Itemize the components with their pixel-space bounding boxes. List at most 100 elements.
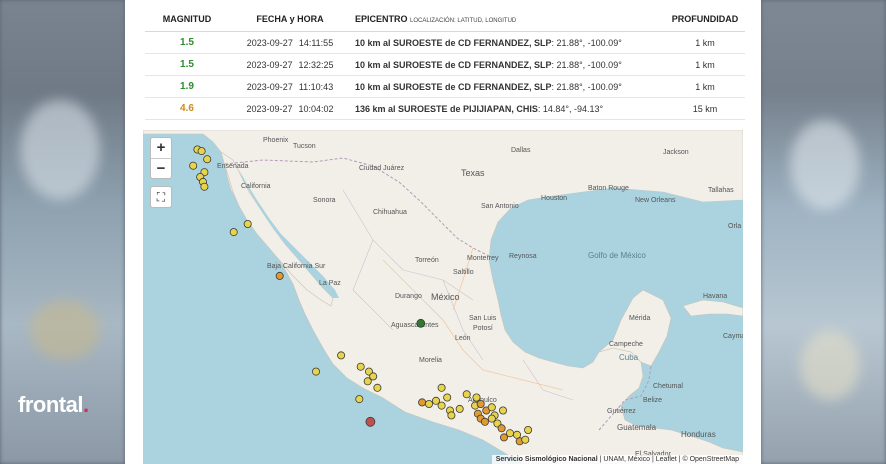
table-row[interactable]: 1.5 2023-09-27 14:11:55 10 km al SUROESTE d…	[145, 31, 745, 54]
epicenter-coords: : 21.88°, -100.09°	[551, 59, 622, 70]
attribution-org: | UNAM, México	[597, 456, 651, 463]
datetime-cell: 2023-09-27 10:04:02	[229, 97, 351, 120]
map-label-reynosa: Reynosa	[509, 253, 537, 260]
map-label-merida: Mérida	[629, 315, 651, 322]
quake-marker[interactable]	[243, 220, 252, 229]
fullscreen-icon[interactable]: ⛶	[150, 186, 172, 208]
frontal-watermark: frontal.	[18, 392, 89, 418]
map-label-cuba: Cuba	[619, 353, 639, 362]
map-label-tucson: Tucson	[293, 143, 316, 150]
quake-marker[interactable]	[418, 398, 427, 407]
map-label-honduras: Honduras	[681, 430, 716, 439]
map-label-campeche: Campeche	[609, 341, 643, 348]
quake-marker[interactable]	[197, 147, 206, 156]
header-epicentro-sub: LOCALIZACIÓN: LATITUD, LONGITUD	[410, 18, 517, 24]
header-epicentro-label: EPICENTRO	[355, 14, 408, 24]
quake-marker[interactable]	[365, 416, 376, 427]
epicenter-place: 10 km al SUROESTE de CD FERNANDEZ, SLP	[355, 81, 552, 92]
map-label-la-paz: La Paz	[319, 280, 341, 287]
quake-marker[interactable]	[437, 401, 446, 410]
quake-marker[interactable]	[487, 403, 496, 412]
quake-marker[interactable]	[455, 404, 464, 413]
map-canvas[interactable]: Phoenix Tucson Ensenada California Sonora Ciu…	[143, 130, 743, 464]
quake-marker[interactable]	[447, 411, 456, 420]
attribution-leaflet[interactable]: | Leaflet	[650, 456, 677, 463]
quake-marker[interactable]	[521, 435, 530, 444]
quake-marker[interactable]	[487, 414, 496, 423]
datetime-cell: 2023-09-27 11:10:43	[229, 75, 351, 98]
zoom-out-button[interactable]: −	[151, 158, 171, 178]
magnitude-value: 2.2	[145, 119, 229, 121]
depth-value: 1 km	[665, 31, 745, 54]
map-label-san-antonio: San Antonio	[481, 203, 519, 210]
earthquake-map[interactable]: Phoenix Tucson Ensenada California Sonora Ciu…	[143, 130, 743, 464]
epicenter-place: 136 km al SUROESTE de PIJIJIAPAN, CHIS	[355, 103, 538, 114]
map-label-houston: Houston	[541, 195, 567, 202]
quake-marker[interactable]	[189, 161, 198, 170]
map-label-aguascalientes: Aguascalientes	[391, 322, 439, 329]
earthquake-panel: MAGNITUD FECHA y HORA EPICENTRO LOCALIZA…	[125, 0, 761, 464]
header-profundidad[interactable]: PROFUNDIDAD	[665, 8, 745, 32]
epicenter-cell: 10 km al SUROESTE de CD FERNANDEZ, SLP: …	[351, 119, 665, 121]
attribution-osm[interactable]: | © OpenStreetMap	[677, 456, 739, 463]
map-label-monterrey: Monterrey	[467, 255, 499, 262]
date-value: 2023-09-27	[246, 59, 293, 70]
quake-marker[interactable]	[480, 417, 489, 426]
table-row[interactable]: 1.9 2023-09-27 11:10:43 10 km al SUROESTE d…	[145, 75, 745, 98]
time-value: 12:32:25	[298, 59, 334, 70]
quake-marker[interactable]	[373, 383, 382, 392]
quake-marker[interactable]	[203, 155, 212, 164]
table-header-row: MAGNITUD FECHA y HORA EPICENTRO LOCALIZA…	[145, 8, 745, 32]
map-label-mexico: México	[431, 292, 460, 302]
table-row[interactable]: 2.22023-09-2708:55:3010 km al SUROESTE d…	[145, 119, 745, 121]
quake-marker[interactable]	[498, 406, 507, 415]
quake-marker[interactable]	[356, 362, 365, 371]
map-label-potosi: Potosí	[473, 325, 493, 332]
map-label-tallahassee: Tallahas	[708, 187, 734, 194]
map-label-durango: Durango	[395, 293, 422, 300]
quake-marker[interactable]	[437, 383, 446, 392]
depth-value: 1 km	[665, 75, 745, 98]
land-cuba	[682, 299, 743, 317]
header-fecha[interactable]: FECHA y HORA	[229, 8, 351, 32]
time-value: 14:11:55	[298, 37, 334, 48]
table-row[interactable]: 4.6 2023-09-27 10:04:02 136 km al SUROESTE …	[145, 97, 745, 120]
quake-marker[interactable]	[443, 393, 452, 402]
quake-marker[interactable]	[363, 377, 372, 386]
header-epicentro[interactable]: EPICENTRO LOCALIZACIÓN: LATITUD, LONGITU…	[351, 8, 665, 32]
attribution-source[interactable]: Servicio Sismológico Nacional	[496, 456, 598, 463]
quake-marker[interactable]	[524, 425, 533, 434]
quake-marker[interactable]	[355, 395, 364, 404]
quake-marker[interactable]	[476, 399, 485, 408]
map-label-phoenix: Phoenix	[263, 137, 289, 144]
quake-marker[interactable]	[505, 429, 514, 438]
quake-marker[interactable]	[497, 424, 506, 433]
map-label-orlando: Orla	[728, 223, 741, 230]
time-value: 10:04:02	[298, 103, 334, 114]
time-value: 11:10:43	[298, 81, 334, 92]
quake-marker[interactable]	[337, 351, 346, 360]
header-magnitud[interactable]: MAGNITUD	[145, 8, 229, 32]
date-value: 2023-09-27	[246, 37, 293, 48]
quake-marker[interactable]	[311, 367, 320, 376]
quake-marker[interactable]	[424, 399, 433, 408]
quake-marker[interactable]	[200, 182, 209, 191]
quake-marker[interactable]	[275, 271, 284, 280]
quake-marker[interactable]	[416, 318, 426, 328]
table-viewport[interactable]: MAGNITUD FECHA y HORA EPICENTRO LOCALIZA…	[125, 0, 761, 121]
map-label-belize: Belize	[643, 397, 662, 404]
quake-marker[interactable]	[462, 390, 471, 399]
map-label-guatemala: Guatemala	[617, 423, 657, 432]
zoom-in-button[interactable]: +	[151, 138, 171, 158]
epicenter-cell: 10 km al SUROESTE de CD FERNANDEZ, SLP: …	[351, 53, 665, 76]
date-value: 2023-09-27	[246, 103, 293, 114]
table-row[interactable]: 1.5 2023-09-27 12:32:25 10 km al SUROESTE d…	[145, 53, 745, 76]
depth-value: 1 km	[665, 53, 745, 76]
epicenter-cell: 10 km al SUROESTE de CD FERNANDEZ, SLP: …	[351, 31, 665, 54]
map-label-dallas: Dallas	[511, 147, 531, 154]
map-label-san-luis: San Luis	[469, 315, 497, 322]
date-value: 2023-09-27	[246, 81, 293, 92]
quake-marker[interactable]	[229, 228, 238, 237]
backdrop-blob	[800, 330, 860, 400]
quake-marker[interactable]	[472, 393, 481, 402]
